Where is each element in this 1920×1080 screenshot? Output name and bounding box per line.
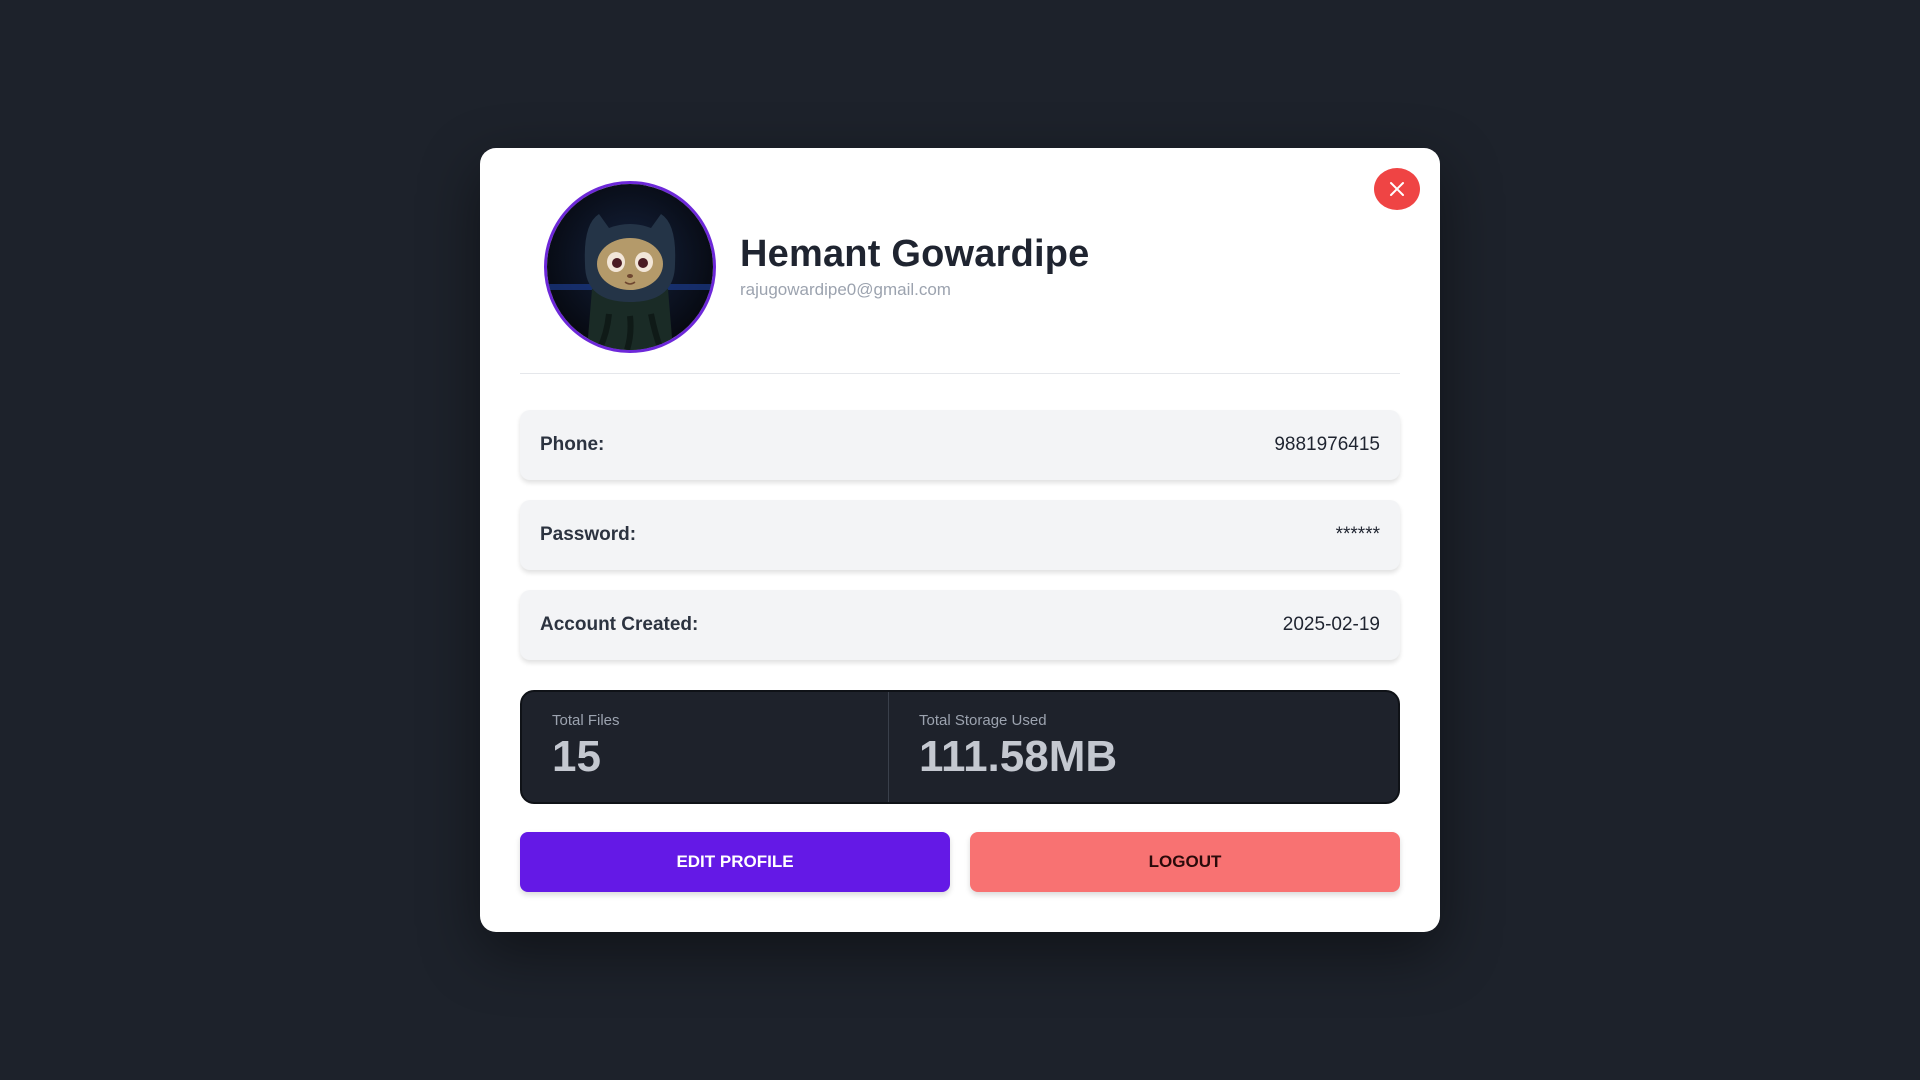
total-storage-value: 111.58MB <box>919 732 1118 781</box>
profile-email: rajugowardipe0@gmail.com <box>740 280 951 300</box>
account-created-label: Account Created: <box>540 614 699 635</box>
total-storage-label: Total Storage Used <box>919 712 1047 729</box>
octocat-avatar-icon <box>547 183 713 350</box>
logout-button[interactable]: LOGOUT <box>970 832 1400 892</box>
profile-modal: Hemant Gowardipe rajugowardipe0@gmail.co… <box>480 148 1440 932</box>
password-value: ****** <box>1335 524 1380 545</box>
stats-panel: Total Files 15 Total Storage Used 111.58… <box>520 690 1400 804</box>
profile-name: Hemant Gowardipe <box>740 232 1090 275</box>
password-label: Password: <box>540 524 637 545</box>
account-created-value: 2025-02-19 <box>1282 614 1380 635</box>
phone-value: 9881976415 <box>1274 434 1380 455</box>
total-files-value: 15 <box>552 732 601 781</box>
password-row: Password: ****** <box>520 500 1400 570</box>
total-storage-stat: Total Storage Used 111.58MB <box>889 692 1147 802</box>
phone-row: Phone: 9881976415 <box>520 410 1400 480</box>
total-files-stat: Total Files 15 <box>522 692 889 802</box>
profile-header: Hemant Gowardipe rajugowardipe0@gmail.co… <box>520 180 1400 374</box>
phone-label: Phone: <box>540 434 605 455</box>
action-buttons: EDIT PROFILE LOGOUT <box>520 832 1400 892</box>
edit-profile-button[interactable]: EDIT PROFILE <box>520 832 950 892</box>
avatar <box>544 180 716 353</box>
name-block: Hemant Gowardipe rajugowardipe0@gmail.co… <box>740 233 1090 301</box>
total-files-label: Total Files <box>552 712 620 729</box>
account-created-row: Account Created: 2025-02-19 <box>520 590 1400 660</box>
